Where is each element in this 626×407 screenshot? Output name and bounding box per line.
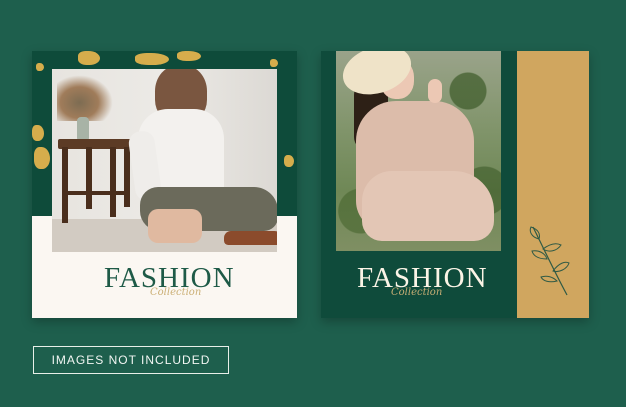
gold-foil-fleck (284, 155, 294, 167)
images-not-included-notice: IMAGES NOT INCLUDED (33, 346, 229, 374)
stool-leg (110, 147, 116, 217)
gold-foil-fleck (34, 147, 50, 169)
gold-foil-fleck (135, 53, 169, 65)
stool-crossbar (64, 191, 126, 195)
gold-foil-fleck (270, 59, 278, 67)
model-skirt (362, 171, 494, 241)
stool-leg (62, 147, 68, 223)
model-photo-right (336, 51, 501, 251)
script-subtitle: Collection (391, 287, 443, 298)
stool-leg (86, 147, 92, 209)
gold-foil-fleck (177, 51, 201, 61)
stool-leg (124, 147, 130, 207)
canvas: FASHION Collection FASHION Collection IM… (0, 0, 626, 407)
vase (77, 117, 89, 141)
wooden-stool (58, 139, 132, 149)
model-hand (428, 79, 442, 103)
template-card-right: FASHION Collection (321, 51, 589, 318)
gold-foil-fleck (32, 125, 44, 141)
model-feet (148, 209, 202, 243)
model-photo-left (52, 69, 277, 252)
template-card-left: FASHION Collection (32, 51, 297, 318)
dried-flowers (57, 75, 113, 121)
model-shoe (224, 231, 277, 245)
gold-foil-fleck (78, 51, 100, 65)
gold-foil-fleck (36, 63, 44, 71)
script-subtitle: Collection (150, 287, 202, 298)
leaf-sprig-icon (529, 226, 570, 296)
